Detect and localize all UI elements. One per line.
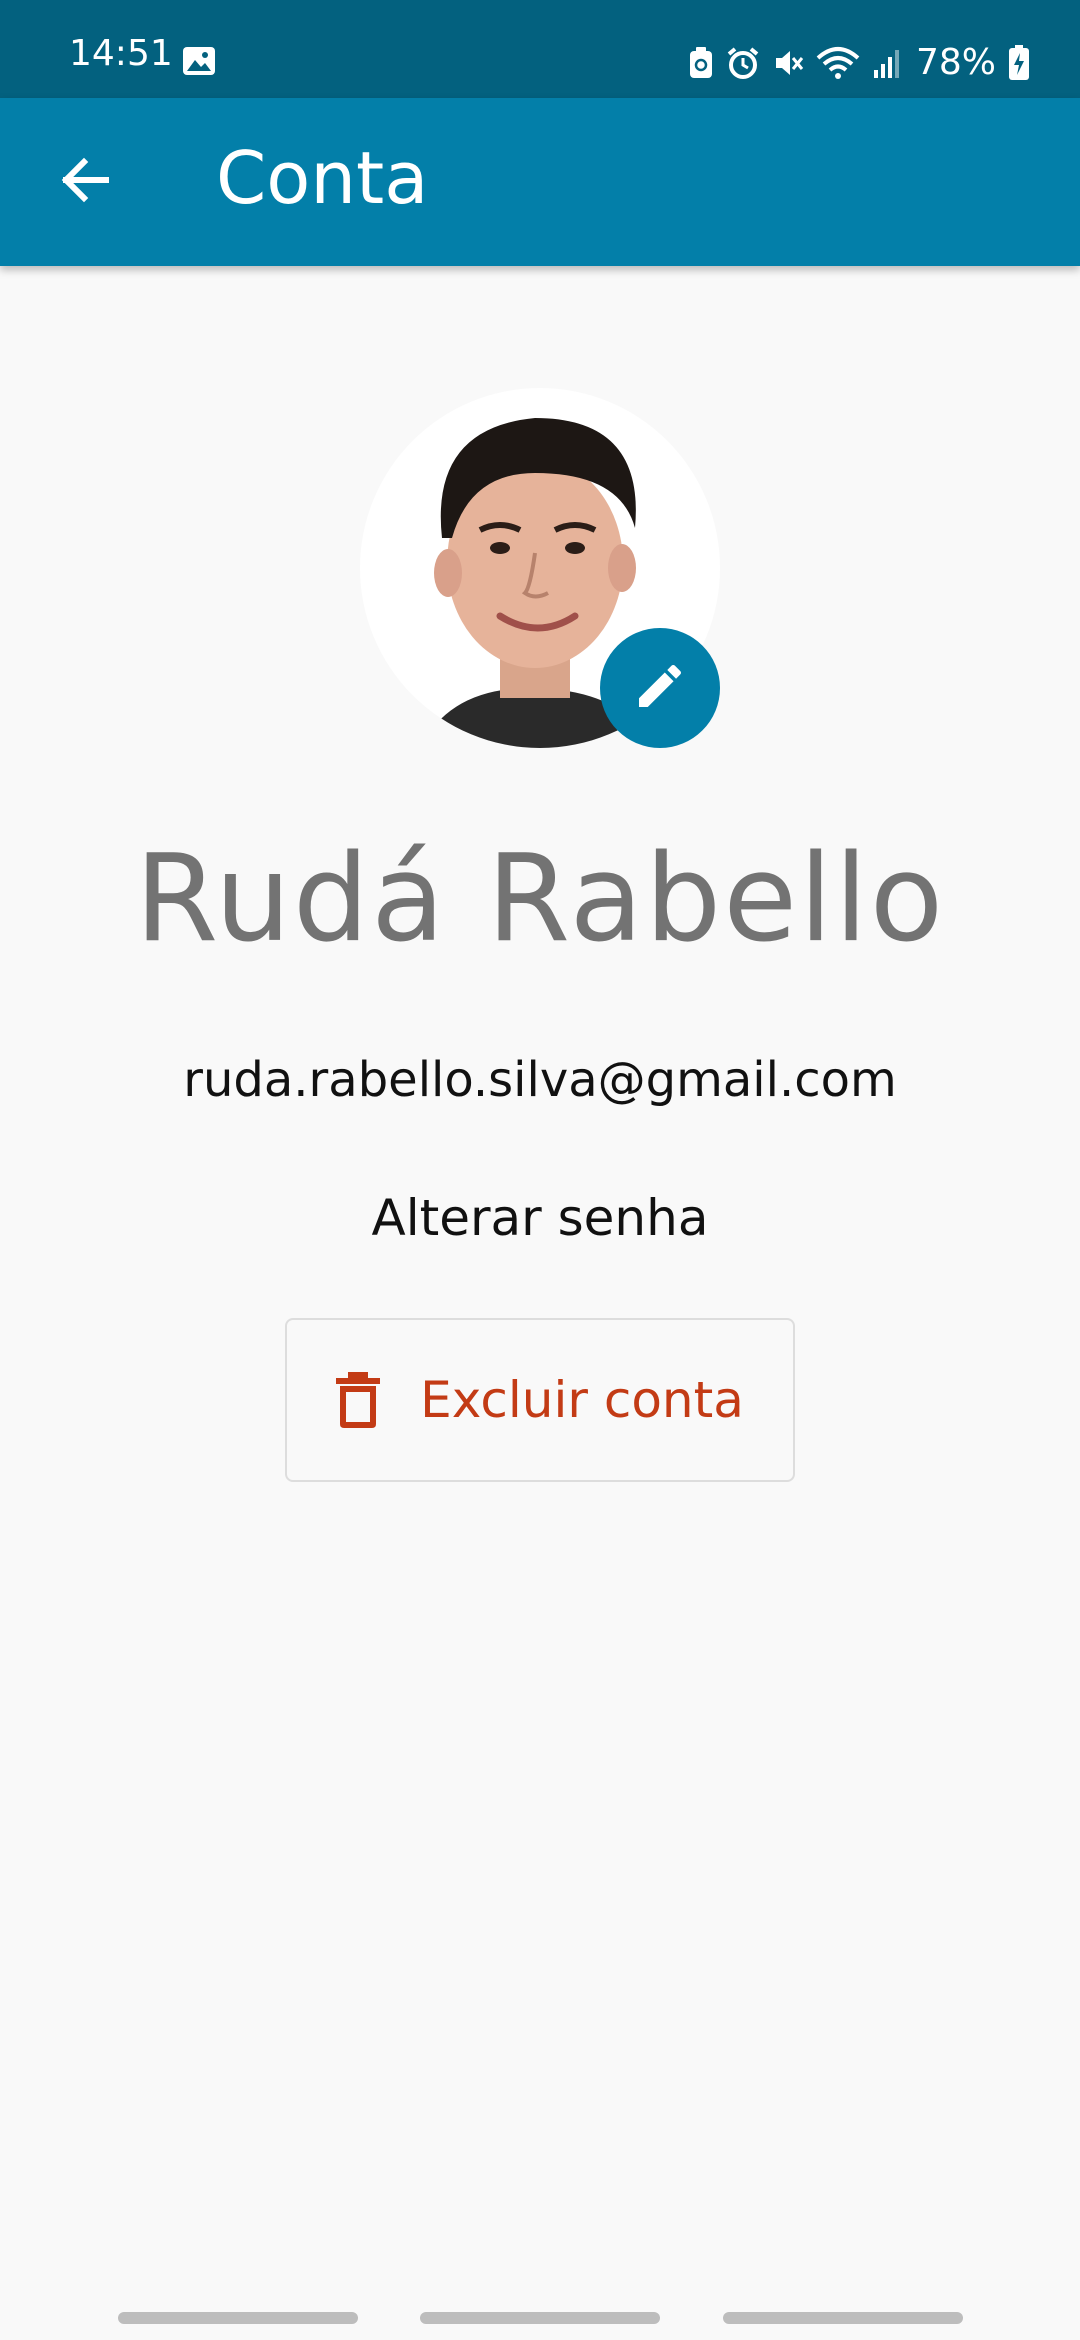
alarm-icon (726, 46, 760, 80)
gesture-pill-center[interactable] (420, 2312, 660, 2324)
status-time: 14:51 (69, 33, 173, 74)
trash-icon (336, 1372, 381, 1428)
page-title: Conta (216, 136, 429, 220)
edit-photo-button[interactable] (600, 628, 720, 748)
gallery-icon (182, 46, 216, 76)
status-icons: 78% (676, 40, 1030, 86)
gesture-pill-left[interactable] (118, 2312, 358, 2324)
gesture-navigation-bar (0, 2300, 1080, 2340)
delete-account-label: Excluir conta (420, 1371, 744, 1429)
mute-icon (772, 47, 804, 79)
signal-icon (872, 48, 902, 78)
gesture-pill-right[interactable] (723, 2312, 963, 2324)
battery-percent: 78% (915, 42, 996, 83)
pencil-icon (632, 658, 688, 718)
back-button[interactable] (40, 138, 128, 226)
app-bar: Conta (0, 98, 1080, 266)
change-password-button[interactable]: Alterar senha (340, 1188, 740, 1248)
profile-photo-container (360, 388, 720, 748)
arrow-left-icon (56, 152, 112, 212)
battery-saver-icon (688, 47, 714, 79)
wifi-icon (816, 46, 860, 80)
delete-account-button[interactable]: Excluir conta (285, 1318, 795, 1482)
user-name: Rudá Rabello (134, 830, 946, 969)
status-bar: 14:51 78% (0, 0, 1080, 98)
battery-charging-icon (1008, 45, 1030, 81)
user-email: ruda.rabello.silva@gmail.com (183, 1052, 897, 1108)
